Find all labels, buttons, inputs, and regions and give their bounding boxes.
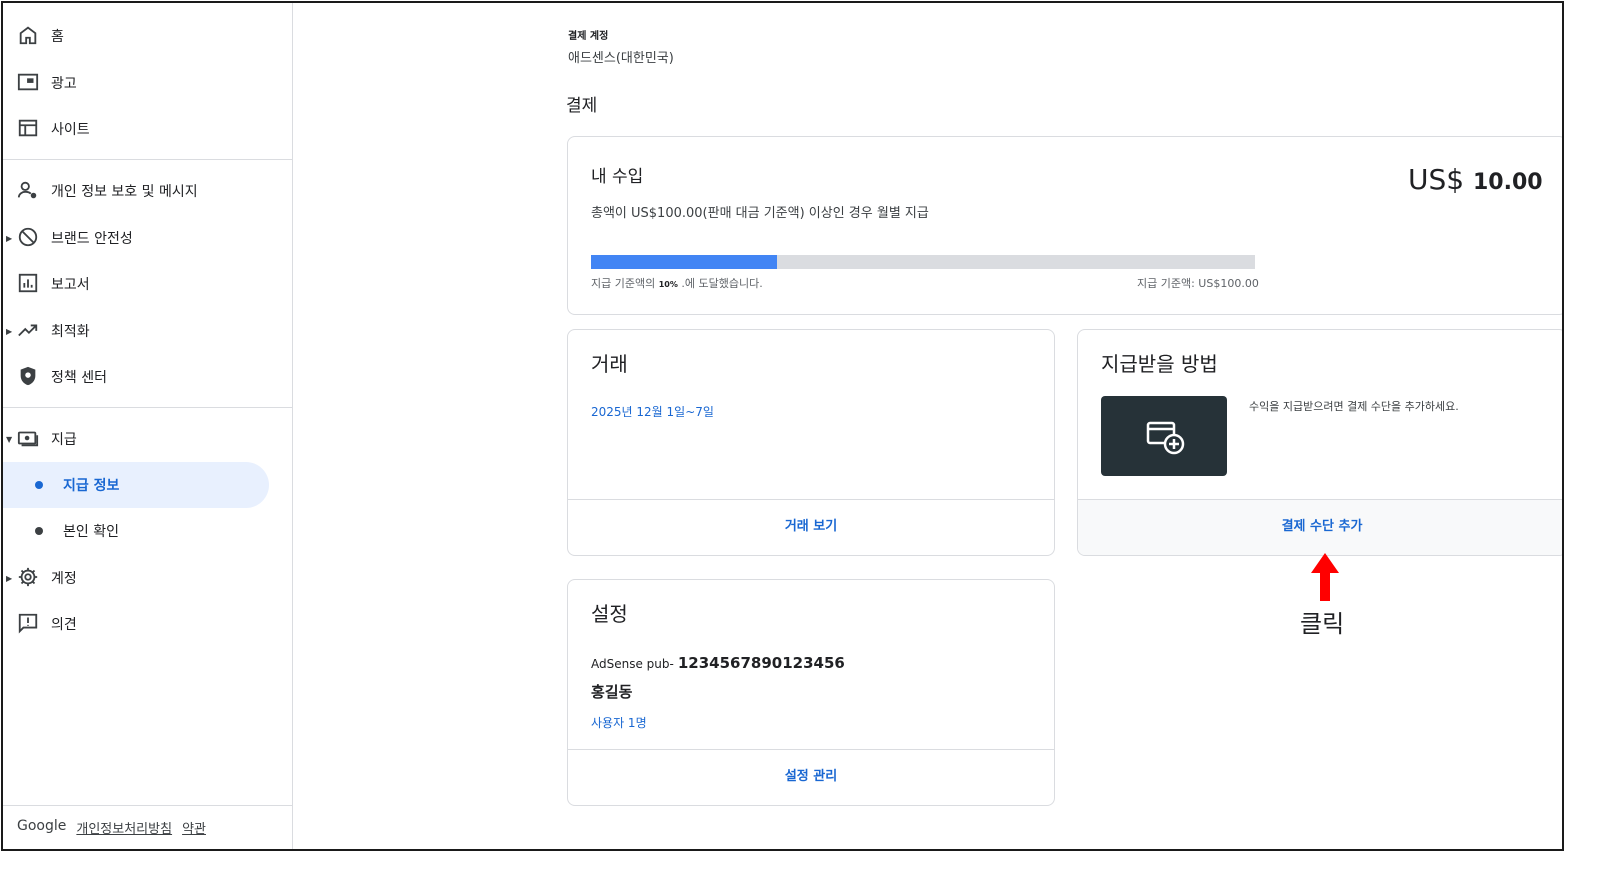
sidebar-item-sites[interactable]: 사이트 bbox=[3, 106, 293, 152]
sidebar-item-reports[interactable]: 보고서 bbox=[3, 261, 293, 307]
billing-account-label: 결제 계정 bbox=[568, 31, 609, 42]
threshold-label: 지급 기준액: US$100.00 bbox=[1137, 277, 1259, 290]
gear-icon bbox=[18, 567, 38, 587]
sidebar-item-label: 지급 bbox=[51, 432, 77, 448]
sidebar-item-identity[interactable]: 본인 확인 bbox=[3, 508, 293, 554]
publisher-id: AdSense pub- 1234567890123456 bbox=[591, 654, 845, 672]
sidebar: 홈 광고 사이트 개인 정보 보호 및 메시지 ▶ 브랜드 안전성 보고서 ▶ … bbox=[3, 3, 293, 849]
sidebar-item-label: 계정 bbox=[51, 571, 77, 587]
earnings-card: 내 수입 총액이 US$100.00(판매 대금 기준액) 이상인 경우 월별 … bbox=[567, 136, 1562, 315]
sites-icon bbox=[18, 119, 38, 137]
feedback-icon bbox=[18, 613, 38, 634]
terms-link[interactable]: 약관 bbox=[182, 818, 206, 837]
page-title: 결제 bbox=[566, 96, 598, 116]
collapse-arrow-icon[interactable]: ▼ bbox=[6, 435, 12, 444]
home-icon bbox=[19, 26, 37, 45]
sidebar-footer: Google 개인정보처리방침 약관 bbox=[17, 818, 206, 837]
sidebar-item-brand-safety[interactable]: ▶ 브랜드 안전성 bbox=[3, 215, 293, 261]
transactions-title: 거래 bbox=[591, 352, 628, 376]
privacy-policy-link[interactable]: 개인정보처리방침 bbox=[76, 818, 172, 837]
earnings-title: 내 수입 bbox=[591, 167, 644, 187]
payment-method-tile bbox=[1101, 396, 1227, 476]
privacy-icon bbox=[17, 181, 37, 199]
payment-threshold-progress bbox=[591, 255, 1255, 269]
sidebar-item-label: 본인 확인 bbox=[63, 524, 119, 540]
shield-icon bbox=[20, 366, 36, 386]
progress-suffix: .에 도달했습니다. bbox=[681, 277, 763, 290]
bullet-icon bbox=[35, 481, 43, 489]
publisher-id-value: 1234567890123456 bbox=[677, 654, 845, 672]
manage-settings-button[interactable]: 설정 관리 bbox=[568, 749, 1054, 805]
sidebar-item-label: 지급 정보 bbox=[63, 478, 120, 494]
earnings-amount: US$ 10.00 bbox=[1408, 163, 1543, 196]
progress-caption: 지급 기준액의 10% .에 도달했습니다. bbox=[591, 275, 763, 291]
sidebar-item-account[interactable]: ▶ 계정 bbox=[3, 555, 293, 601]
footer-divider bbox=[3, 805, 293, 806]
sidebar-divider bbox=[3, 159, 293, 160]
sidebar-item-label: 정책 센터 bbox=[51, 370, 107, 386]
expand-arrow-icon[interactable]: ▶ bbox=[6, 234, 12, 243]
settings-title: 설정 bbox=[591, 602, 628, 626]
sidebar-item-payments[interactable]: ▼ 지급 bbox=[3, 416, 293, 462]
red-arrow-annotation bbox=[1311, 553, 1339, 601]
app-window: 홈 광고 사이트 개인 정보 보호 및 메시지 ▶ 브랜드 안전성 보고서 ▶ … bbox=[1, 1, 1564, 851]
expand-arrow-icon[interactable]: ▶ bbox=[6, 574, 12, 583]
sidebar-item-feedback[interactable]: 의견 bbox=[3, 601, 293, 647]
payment-method-card: 지급받을 방법 수익을 지급받으려면 결제 수단을 추가하세요. 결제 수단 추… bbox=[1077, 329, 1562, 556]
progress-prefix: 지급 기준액의 bbox=[591, 277, 656, 290]
amount-value: 10.00 bbox=[1473, 170, 1543, 195]
sidebar-item-optimization[interactable]: ▶ 최적화 bbox=[3, 308, 293, 354]
sidebar-item-home[interactable]: 홈 bbox=[3, 13, 293, 59]
sidebar-item-label: 브랜드 안전성 bbox=[51, 231, 133, 247]
ads-icon bbox=[17, 73, 39, 91]
sidebar-item-ads[interactable]: 광고 bbox=[3, 60, 293, 106]
settings-card: 설정 AdSense pub- 1234567890123456 홍길동 사용자 … bbox=[567, 579, 1055, 806]
sidebar-item-label: 최적화 bbox=[51, 324, 90, 340]
trending-icon bbox=[18, 324, 38, 337]
progress-percent: 10% bbox=[658, 280, 678, 289]
payment-method-hint: 수익을 지급받으려면 결제 수단을 추가하세요. bbox=[1249, 400, 1459, 413]
sidebar-divider bbox=[3, 407, 293, 408]
payment-method-title: 지급받을 방법 bbox=[1101, 352, 1218, 376]
transactions-card: 거래 2025년 12월 1일~7일 거래 보기 bbox=[567, 329, 1055, 556]
add-card-icon bbox=[1146, 421, 1185, 455]
sidebar-item-label: 광고 bbox=[51, 76, 77, 92]
sidebar-item-label: 개인 정보 보호 및 메시지 bbox=[51, 184, 198, 200]
add-payment-method-button[interactable]: 결제 수단 추가 bbox=[1078, 499, 1562, 555]
reports-icon bbox=[18, 273, 38, 293]
block-icon bbox=[18, 227, 38, 247]
sidebar-item-label: 의견 bbox=[51, 617, 77, 633]
earnings-description: 총액이 US$100.00(판매 대금 기준액) 이상인 경우 월별 지급 bbox=[591, 206, 929, 221]
sidebar-item-label: 홈 bbox=[51, 29, 64, 45]
expand-arrow-icon[interactable]: ▶ bbox=[6, 327, 12, 336]
publisher-prefix: AdSense pub- bbox=[591, 657, 674, 671]
progress-fill bbox=[591, 255, 777, 269]
google-logo: Google bbox=[17, 818, 67, 834]
sidebar-item-policy-center[interactable]: 정책 센터 bbox=[3, 354, 293, 400]
sidebar-item-label: 사이트 bbox=[51, 122, 90, 138]
users-link[interactable]: 사용자 1명 bbox=[591, 714, 647, 731]
sidebar-item-payment-info[interactable]: 지급 정보 bbox=[3, 462, 293, 508]
account-holder-name: 홍길동 bbox=[591, 683, 633, 701]
billing-account-name: 애드센스(대한민국) bbox=[568, 51, 674, 66]
bullet-icon bbox=[35, 527, 43, 535]
transactions-date-range[interactable]: 2025년 12월 1일~7일 bbox=[591, 403, 714, 420]
click-annotation: 클릭 bbox=[1300, 610, 1345, 638]
sidebar-item-label: 보고서 bbox=[51, 277, 90, 293]
view-transactions-button[interactable]: 거래 보기 bbox=[568, 499, 1054, 555]
currency-label: US$ bbox=[1408, 163, 1465, 196]
sidebar-item-privacy[interactable]: 개인 정보 보호 및 메시지 bbox=[3, 168, 293, 214]
payments-icon bbox=[17, 431, 39, 447]
